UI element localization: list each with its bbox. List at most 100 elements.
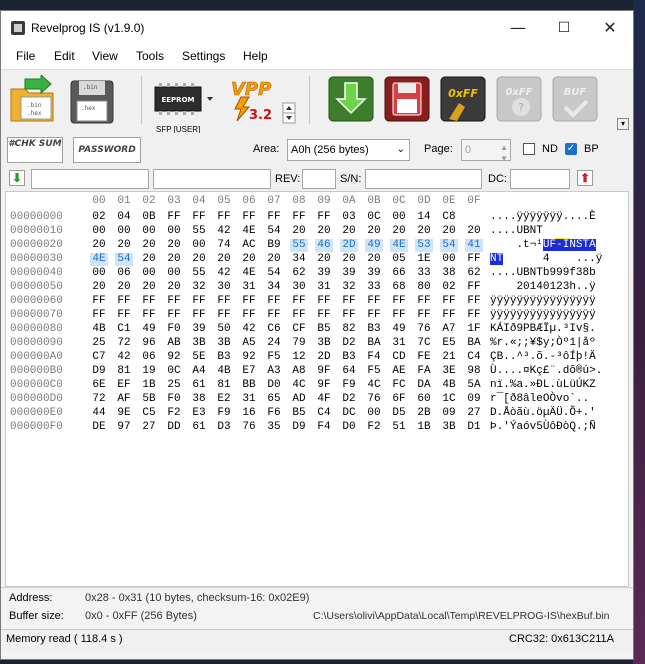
- hex-byte[interactable]: FF: [365, 309, 383, 322]
- ascii-row[interactable]: NT 4 ...ÿ: [490, 253, 602, 265]
- hex-byte[interactable]: 00: [390, 211, 408, 224]
- hex-byte[interactable]: 20: [90, 239, 108, 252]
- hex-byte[interactable]: 20: [215, 253, 233, 266]
- hex-byte[interactable]: FF: [440, 295, 458, 308]
- hex-byte[interactable]: 3B: [315, 337, 333, 350]
- hex-byte[interactable]: B5: [315, 323, 333, 336]
- hex-byte[interactable]: 76: [240, 421, 258, 434]
- hex-byte[interactable]: C7: [90, 351, 108, 364]
- hex-byte[interactable]: F9: [215, 407, 233, 420]
- hex-byte[interactable]: 4E: [390, 239, 408, 252]
- hex-byte[interactable]: AF: [115, 393, 133, 406]
- hex-byte[interactable]: 39: [190, 323, 208, 336]
- nd-checkbox[interactable]: [523, 143, 535, 155]
- hex-byte[interactable]: 55: [290, 239, 308, 252]
- hex-byte[interactable]: AD: [290, 393, 308, 406]
- hex-byte[interactable]: FF: [165, 295, 183, 308]
- hex-byte[interactable]: FF: [465, 309, 483, 322]
- hex-byte[interactable]: 27: [140, 421, 158, 434]
- ascii-row[interactable]: D.Åòãù.öµÄÜ.Õ+.': [490, 407, 596, 419]
- hex-byte[interactable]: FF: [215, 309, 233, 322]
- hex-byte[interactable]: 60: [415, 393, 433, 406]
- download-arrow-icon[interactable]: ⬇: [9, 170, 25, 186]
- hex-byte[interactable]: 61: [190, 379, 208, 392]
- menu-settings[interactable]: Settings: [182, 49, 225, 63]
- hex-byte[interactable]: 39: [340, 267, 358, 280]
- ascii-row[interactable]: ÿÿÿÿÿÿÿÿÿÿÿÿÿÿÿÿ: [490, 309, 596, 321]
- hex-byte[interactable]: 79: [290, 337, 308, 350]
- hex-byte[interactable]: 06: [115, 267, 133, 280]
- hex-byte[interactable]: 20: [140, 253, 158, 266]
- hex-byte[interactable]: BB: [240, 379, 258, 392]
- hex-byte[interactable]: 1B: [140, 379, 158, 392]
- hex-byte[interactable]: 2D: [315, 351, 333, 364]
- hex-byte[interactable]: 00: [365, 407, 383, 420]
- hex-byte[interactable]: 4F: [315, 393, 333, 406]
- hex-byte[interactable]: 2B: [415, 407, 433, 420]
- save-file-button[interactable]: .bin .hex: [65, 75, 121, 125]
- hex-byte[interactable]: 31: [315, 281, 333, 294]
- hex-byte[interactable]: 20: [265, 253, 283, 266]
- hex-byte[interactable]: F6: [265, 407, 283, 420]
- hex-byte[interactable]: 61: [190, 421, 208, 434]
- hex-byte[interactable]: E2: [215, 393, 233, 406]
- hex-byte[interactable]: 4C: [290, 379, 308, 392]
- hex-byte[interactable]: B5: [290, 407, 308, 420]
- hex-byte[interactable]: C1: [115, 323, 133, 336]
- hex-byte[interactable]: CD: [390, 351, 408, 364]
- hex-byte[interactable]: 34: [290, 253, 308, 266]
- ascii-row[interactable]: Þ.'Ýaóv5ÙôÐòQ.;Ñ: [490, 421, 596, 433]
- hex-byte[interactable]: 34: [265, 281, 283, 294]
- hex-byte[interactable]: BA: [465, 337, 483, 350]
- hex-byte[interactable]: 3B: [215, 337, 233, 350]
- hex-byte[interactable]: 92: [165, 351, 183, 364]
- hex-byte[interactable]: CF: [290, 323, 308, 336]
- page-spinner[interactable]: 0 ▲ ▼: [461, 139, 511, 163]
- hex-byte[interactable]: 5E: [190, 351, 208, 364]
- hex-byte[interactable]: E5: [440, 337, 458, 350]
- hex-byte[interactable]: F5: [365, 365, 383, 378]
- hex-byte[interactable]: 92: [240, 351, 258, 364]
- vendor-field[interactable]: [31, 169, 149, 189]
- hex-byte[interactable]: E3: [190, 407, 208, 420]
- hex-byte[interactable]: FF: [290, 309, 308, 322]
- hex-byte[interactable]: 51: [390, 421, 408, 434]
- hex-byte[interactable]: FF: [190, 295, 208, 308]
- chip-select-button[interactable]: EEPROM: [151, 75, 217, 125]
- hex-byte[interactable]: 3E: [440, 365, 458, 378]
- hex-byte[interactable]: 54: [265, 225, 283, 238]
- hex-byte[interactable]: 42: [215, 225, 233, 238]
- hex-byte[interactable]: 39: [365, 267, 383, 280]
- hex-byte[interactable]: 97: [115, 421, 133, 434]
- hex-byte[interactable]: FF: [365, 295, 383, 308]
- hex-byte[interactable]: AE: [390, 365, 408, 378]
- hex-byte[interactable]: 6E: [90, 379, 108, 392]
- hex-byte[interactable]: 4E: [90, 253, 108, 266]
- hex-byte[interactable]: 5B: [140, 393, 158, 406]
- hex-byte[interactable]: FF: [165, 309, 183, 322]
- hex-byte[interactable]: F2: [165, 407, 183, 420]
- hex-byte[interactable]: DA: [415, 379, 433, 392]
- hex-byte[interactable]: 82: [340, 323, 358, 336]
- ascii-row[interactable]: ....UBNTb999f38b: [490, 267, 596, 279]
- hex-byte[interactable]: 20: [340, 253, 358, 266]
- hex-byte[interactable]: 00: [115, 225, 133, 238]
- hex-byte[interactable]: 00: [165, 225, 183, 238]
- hex-byte[interactable]: 2D: [340, 239, 358, 252]
- hex-byte[interactable]: FF: [140, 295, 158, 308]
- hex-byte[interactable]: 32: [190, 281, 208, 294]
- datecode-field[interactable]: [510, 169, 570, 189]
- hex-byte[interactable]: 1E: [415, 253, 433, 266]
- hex-byte[interactable]: FF: [390, 309, 408, 322]
- hex-byte[interactable]: 3B: [190, 337, 208, 350]
- hex-byte[interactable]: DC: [340, 407, 358, 420]
- hex-byte[interactable]: FF: [465, 295, 483, 308]
- read-chip-button[interactable]: [327, 75, 375, 125]
- hex-byte[interactable]: AC: [240, 239, 258, 252]
- upload-arrow-icon[interactable]: ⬆: [577, 170, 593, 186]
- hex-byte[interactable]: 1F: [465, 323, 483, 336]
- verify-buffer-button[interactable]: BUF: [551, 75, 599, 125]
- hex-byte[interactable]: C4: [465, 351, 483, 364]
- hex-byte[interactable]: A7: [440, 323, 458, 336]
- hex-byte[interactable]: C5: [140, 407, 158, 420]
